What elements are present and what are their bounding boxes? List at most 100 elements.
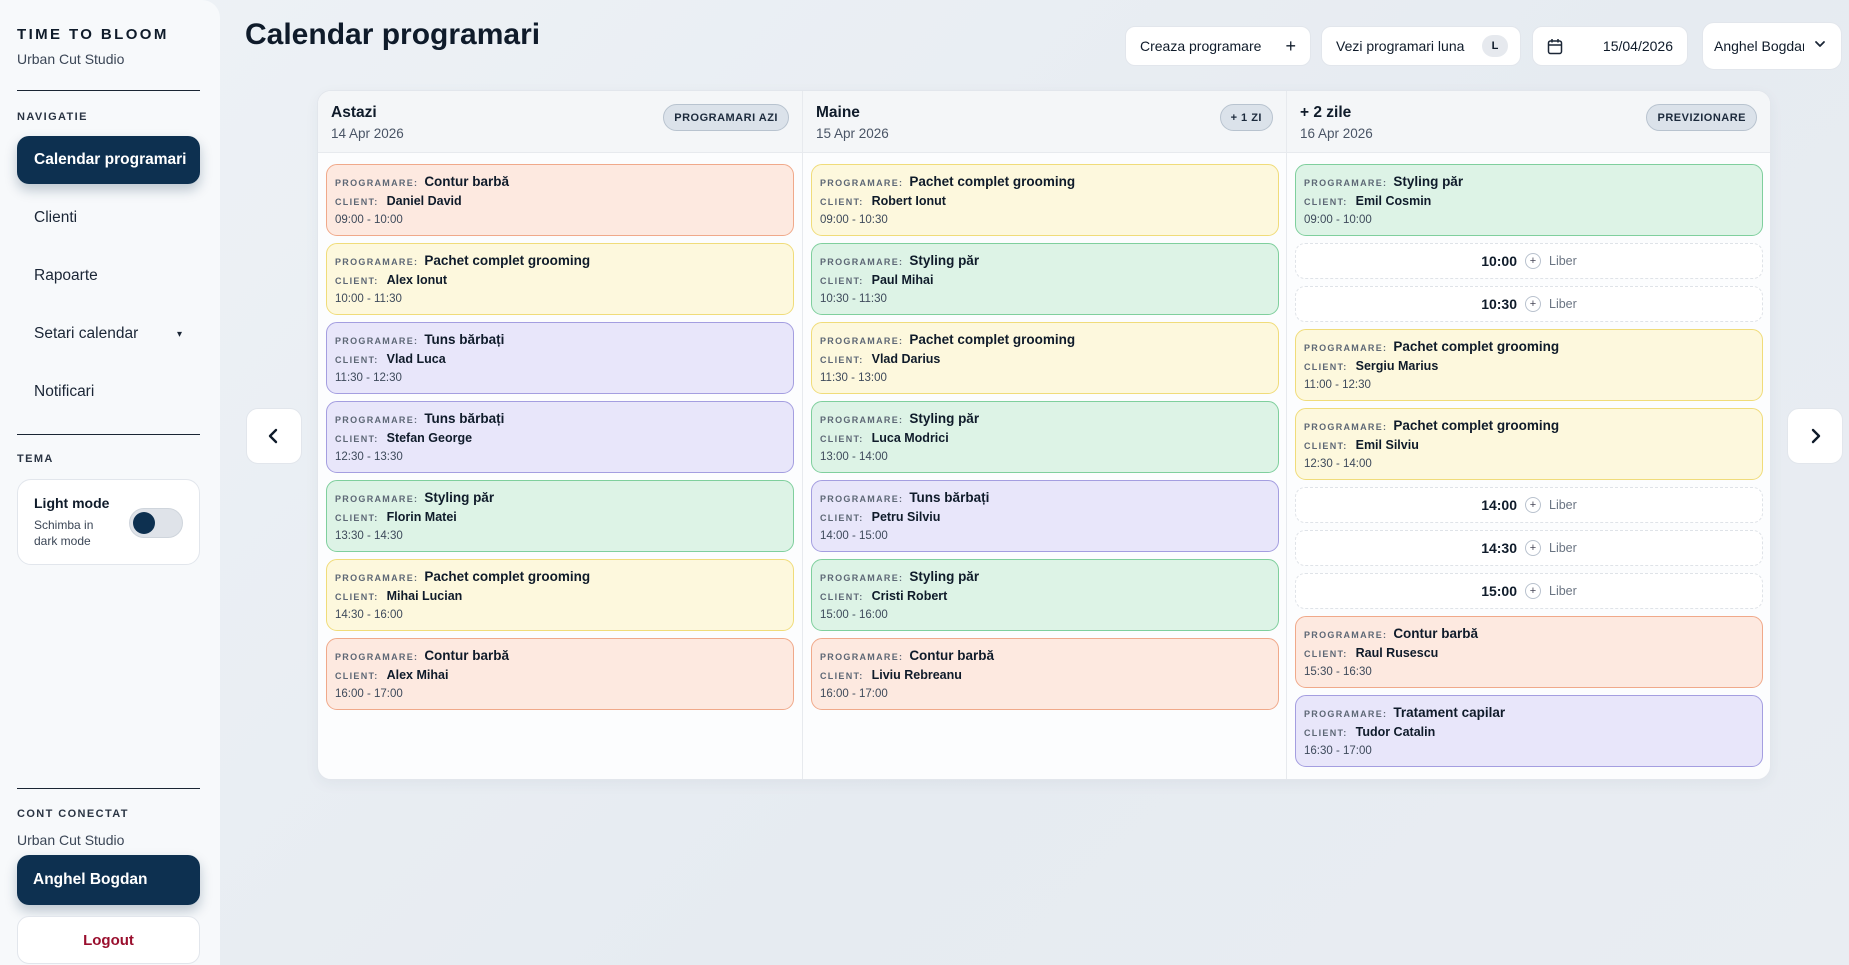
free-slot[interactable]: 10:00 + Liber [1295,243,1763,279]
service-label: PROGRAMARE: [1304,630,1388,640]
appointment-time: 11:00 - 12:30 [1304,379,1371,391]
column-title: Maine [816,104,860,121]
sidebar-item-rapoarte[interactable]: Rapoarte [17,252,200,300]
client-name: Sergiu Marius [1355,359,1439,373]
service-label: PROGRAMARE: [335,178,419,188]
client-row: CLIENT: Daniel David [335,194,462,208]
appointment-card[interactable]: PROGRAMARE: Styling păr CLIENT: Paul Mihai 1… [811,243,1279,315]
account-section-label: CONT CONECTAT [17,808,129,820]
add-icon: + [1525,540,1541,556]
client-name: Stefan George [386,431,473,445]
client-row: CLIENT: Florin Matei [335,510,457,524]
user-button[interactable]: Anghel Bogdan [17,855,200,905]
chevron-right-icon [1811,428,1821,444]
service-label: PROGRAMARE: [820,257,904,267]
appointment-card[interactable]: PROGRAMARE: Styling păr CLIENT: Luca Modric… [811,401,1279,473]
user-dropdown-label: Anghel Bogdan [1714,38,1804,54]
service-label: PROGRAMARE: [1304,709,1388,719]
free-slot[interactable]: 10:30 + Liber [1295,286,1763,322]
appointment-time: 15:00 - 16:00 [820,609,888,621]
service-row: PROGRAMARE: Pachet complet grooming [820,332,1075,347]
theme-subtitle: Schimba in dark mode [34,518,94,548]
sidebar-item-label: Rapoarte [34,267,98,284]
theme-toggle[interactable] [129,508,183,538]
calendar-board: Astazi 14 Apr 2026 PROGRAMARI AZI PROGRA… [317,90,1771,780]
service-name: Contur barbă [424,174,510,189]
service-row: PROGRAMARE: Styling păr [1304,174,1463,189]
sidebar-item-clienti[interactable]: Clienti [17,194,200,242]
appointment-card[interactable]: PROGRAMARE: Pachet complet grooming CLIENT… [811,164,1279,236]
appointment-card[interactable]: PROGRAMARE: Pachet complet grooming CLIENT… [811,322,1279,394]
appointment-card[interactable]: PROGRAMARE: Pachet complet grooming CLIENT… [326,559,794,631]
appointment-card[interactable]: PROGRAMARE: Styling păr CLIENT: Emil Cosmin… [1295,164,1763,236]
sidebar-item-label: Clienti [34,209,78,226]
studio-name: Urban Cut Studio [17,51,125,67]
appointment-card[interactable]: PROGRAMARE: Pachet complet grooming CLIENT… [1295,329,1763,401]
appointment-card[interactable]: PROGRAMARE: Tuns bărbați CLIENT: Stefan Geo… [326,401,794,473]
client-name: Daniel David [386,194,462,208]
month-view-button[interactable]: Vezi programari luna L [1321,26,1521,66]
client-label: CLIENT: [335,197,379,207]
logout-button[interactable]: Logout [17,916,200,964]
sidebar-item-label: Calendar programari [34,151,187,168]
client-name: Paul Mihai [871,273,934,287]
service-label: PROGRAMARE: [820,178,904,188]
service-row: PROGRAMARE: Pachet complet grooming [335,569,590,584]
appointment-card[interactable]: PROGRAMARE: Contur barbă CLIENT: Alex Mihai… [326,638,794,710]
client-row: CLIENT: Petru Silviu [820,510,940,524]
service-name: Pachet complet grooming [909,332,1076,347]
service-row: PROGRAMARE: Styling păr [820,411,979,426]
service-row: PROGRAMARE: Pachet complet grooming [1304,418,1559,433]
sidebar-item-setari-calendar[interactable]: Setari calendar ▾ [17,310,200,358]
appointment-card[interactable]: PROGRAMARE: Tuns bărbați CLIENT: Vlad Luca 1… [326,322,794,394]
service-row: PROGRAMARE: Tratament capilar [1304,705,1505,720]
appointment-card[interactable]: PROGRAMARE: Tuns bărbați CLIENT: Petru Silv… [811,480,1279,552]
client-row: CLIENT: Stefan George [335,431,472,445]
appointment-card[interactable]: PROGRAMARE: Pachet complet grooming CLIENT… [326,243,794,315]
appointment-card[interactable]: PROGRAMARE: Pachet complet grooming CLIENT… [1295,408,1763,480]
appointment-time: 16:00 - 17:00 [335,688,403,700]
user-dropdown[interactable]: Anghel Bogdan [1702,22,1842,70]
appointment-card[interactable]: PROGRAMARE: Contur barbă CLIENT: Daniel Dav… [326,164,794,236]
brand-logo: TIME TO BLOOM [17,26,169,43]
free-slot[interactable]: 14:00 + Liber [1295,487,1763,523]
client-row: CLIENT: Emil Silviu [1304,438,1419,452]
service-name: Tuns bărbați [424,411,505,426]
client-name: Mihai Lucian [386,589,463,603]
service-name: Contur barbă [424,648,510,663]
appointment-card[interactable]: PROGRAMARE: Styling păr CLIENT: Florin Mate… [326,480,794,552]
appointment-time: 09:00 - 10:30 [820,214,888,226]
client-label: CLIENT: [820,671,864,681]
create-appointment-button[interactable]: Creaza programare + [1125,26,1311,66]
client-row: CLIENT: Tudor Catalin [1304,725,1435,739]
prev-button[interactable] [246,408,302,464]
appointment-time: 12:30 - 14:00 [1304,458,1372,470]
day-column: Astazi 14 Apr 2026 PROGRAMARI AZI PROGRA… [318,91,802,779]
service-name: Styling păr [909,569,980,584]
appointment-card[interactable]: PROGRAMARE: Contur barbă CLIENT: Liviu Rebr… [811,638,1279,710]
free-slot[interactable]: 15:00 + Liber [1295,573,1763,609]
client-row: CLIENT: Cristi Robert [820,589,947,603]
client-name: Emil Cosmin [1355,194,1432,208]
service-label: PROGRAMARE: [820,652,904,662]
column-title: + 2 zile [1300,104,1352,121]
service-row: PROGRAMARE: Tuns bărbați [820,490,989,505]
service-name: Contur barbă [1393,626,1479,641]
appointment-card[interactable]: PROGRAMARE: Tratament capilar CLIENT: Tudor… [1295,695,1763,767]
service-name: Contur barbă [909,648,995,663]
appointment-card[interactable]: PROGRAMARE: Styling păr CLIENT: Cristi Robe… [811,559,1279,631]
sidebar-item-notificari[interactable]: Notificari [17,368,200,416]
free-slot[interactable]: 14:30 + Liber [1295,530,1763,566]
service-name: Tuns bărbați [909,490,990,505]
toggle-knob [133,512,155,534]
appointment-card[interactable]: PROGRAMARE: Contur barbă CLIENT: Raul Ruses… [1295,616,1763,688]
service-label: PROGRAMARE: [1304,422,1388,432]
service-name: Pachet complet grooming [424,569,591,584]
next-button[interactable] [1787,408,1843,464]
client-name: Emil Silviu [1355,438,1419,452]
month-label: Vezi programari luna [1336,38,1465,54]
sidebar-item-calendar[interactable]: Calendar programari [17,136,200,184]
column-date: 15 Apr 2026 [816,126,889,141]
date-picker[interactable]: 15/04/2026 [1532,26,1688,66]
client-name: Alex Ionut [386,273,448,287]
